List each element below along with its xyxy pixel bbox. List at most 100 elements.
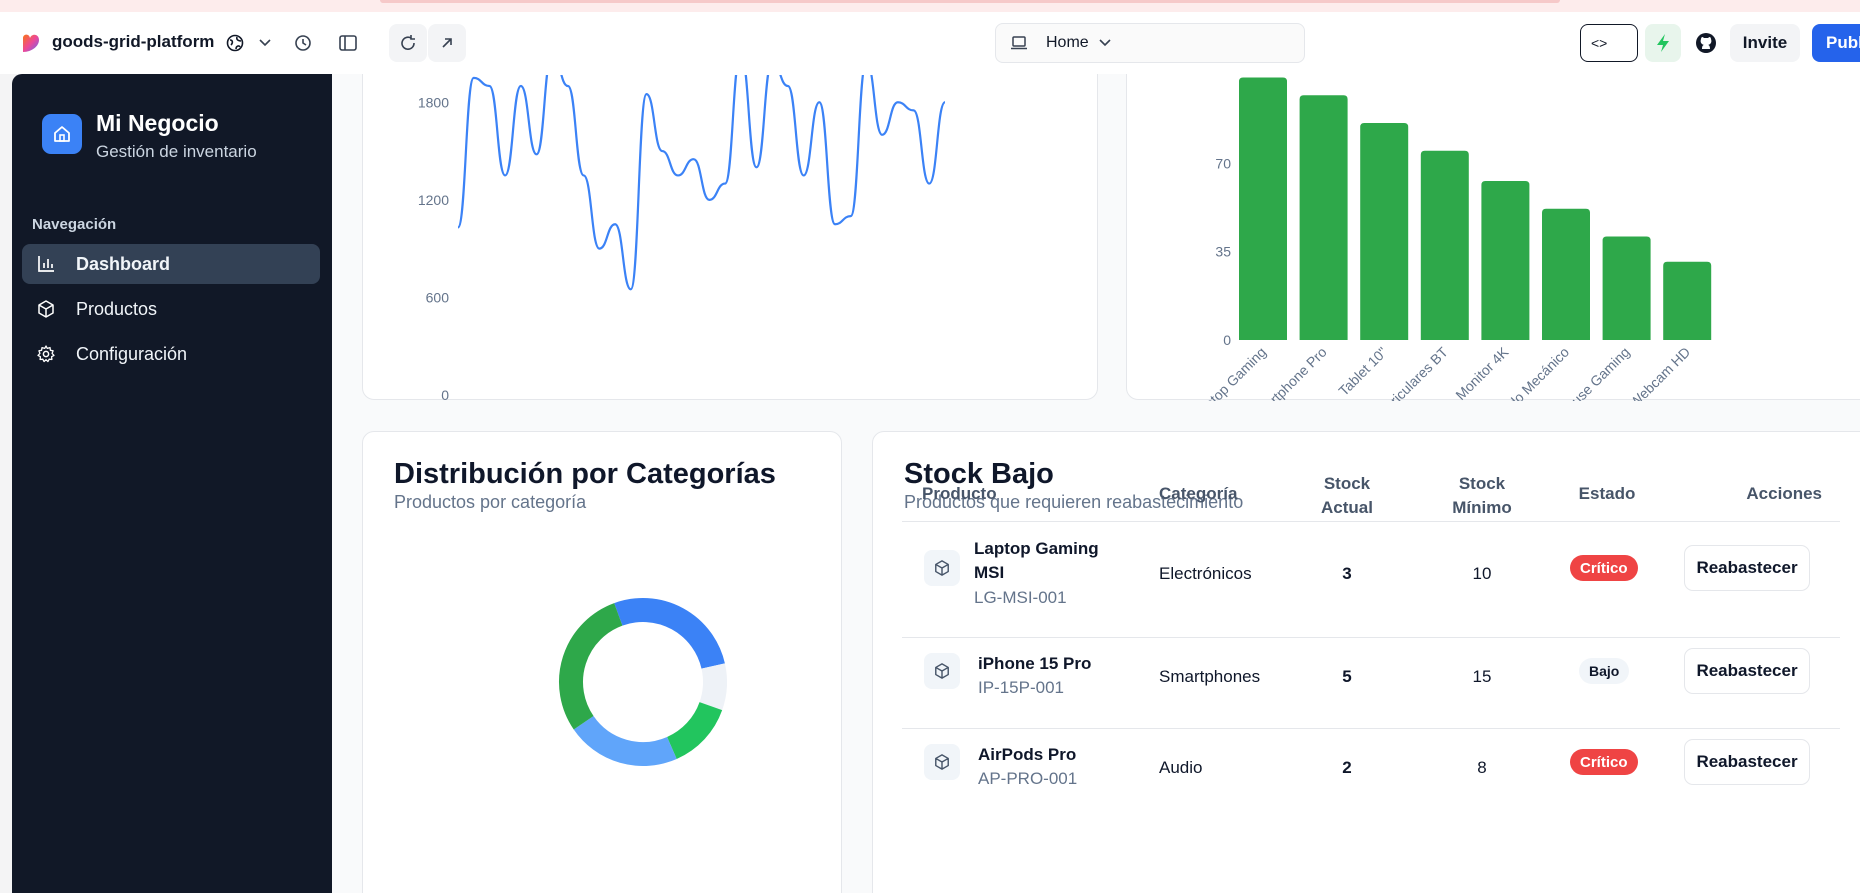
publish-button[interactable]: Publi bbox=[1812, 24, 1860, 62]
stock-min: 15 bbox=[1472, 667, 1492, 686]
package-icon bbox=[924, 550, 960, 586]
bar bbox=[1602, 236, 1651, 340]
stock-actual: 3 bbox=[1342, 564, 1352, 583]
history-icon[interactable] bbox=[290, 30, 316, 56]
github-icon[interactable] bbox=[1688, 24, 1724, 62]
package-icon bbox=[924, 744, 960, 780]
top-products-bar-chart: 70350Laptop GamingSmartphone Pro Tablet 1… bbox=[1190, 77, 1712, 401]
sidebar-toggle-icon[interactable] bbox=[335, 30, 361, 56]
bar bbox=[1299, 95, 1348, 340]
bar bbox=[1542, 208, 1590, 340]
bar bbox=[1239, 77, 1287, 341]
open-external-button[interactable] bbox=[428, 24, 466, 62]
x-tick-label: Webcam HD bbox=[1626, 344, 1693, 401]
chevron-down-icon[interactable] bbox=[252, 30, 278, 56]
globe-icon[interactable] bbox=[222, 30, 248, 56]
sales-line-series bbox=[456, 75, 947, 291]
sidebar-item-label: Dashboard bbox=[76, 253, 171, 274]
row-divider bbox=[902, 637, 1840, 638]
x-tick-label: Tablet 10" bbox=[1335, 344, 1390, 399]
package-icon bbox=[36, 299, 56, 319]
laptop-icon bbox=[1011, 36, 1027, 50]
page-selector[interactable]: Home bbox=[995, 23, 1305, 63]
th-stock-min-line2: Mínimo bbox=[1452, 498, 1512, 517]
th-category: Categoría bbox=[1159, 484, 1238, 503]
donut-slice bbox=[573, 715, 677, 766]
donut-slice bbox=[614, 598, 725, 670]
th-actions: Acciones bbox=[1746, 484, 1822, 503]
y-tick-label: 70 bbox=[1215, 155, 1231, 171]
sidebar: Mi Negocio Gestión de inventario Navegac… bbox=[12, 74, 332, 893]
brand-title: Mi Negocio bbox=[96, 110, 219, 136]
restock-button[interactable]: Reabastecer bbox=[1684, 648, 1810, 694]
categories-donut-chart bbox=[559, 598, 727, 766]
refresh-button[interactable] bbox=[389, 24, 427, 62]
bar bbox=[1420, 150, 1469, 340]
x-tick-label: Monitor 4K bbox=[1452, 343, 1512, 401]
product-name-line1: Laptop Gaming bbox=[974, 539, 1099, 558]
product-category: Electrónicos bbox=[1159, 564, 1252, 583]
y-tick-label: 35 bbox=[1215, 244, 1231, 260]
th-stock-actual: Stock Actual bbox=[1297, 472, 1397, 520]
sidebar-item-productos[interactable]: Productos bbox=[22, 289, 320, 329]
product-name: AirPods Pro bbox=[978, 745, 1077, 764]
th-stock-min: Stock Mínimo bbox=[1432, 472, 1532, 520]
sidebar-item-dashboard[interactable]: Dashboard bbox=[22, 244, 320, 284]
donut-slice bbox=[699, 663, 727, 711]
product-category: Audio bbox=[1159, 758, 1203, 777]
status-badge: Crítico bbox=[1570, 555, 1638, 581]
bar-chart-icon bbox=[36, 254, 56, 274]
restock-button[interactable]: Reabastecer bbox=[1684, 545, 1810, 591]
sales-line-chart-card: 18001200600030 abr3 may6 may9 may12 may1… bbox=[362, 74, 1098, 401]
categories-card: Distribución por Categorías Productos po… bbox=[362, 431, 842, 893]
status-badge: Bajo bbox=[1579, 658, 1630, 684]
donut-slice bbox=[666, 701, 723, 759]
product-name-line2: MSI bbox=[974, 563, 1005, 582]
th-stock-actual-line2: Actual bbox=[1321, 498, 1373, 517]
bar bbox=[1481, 181, 1530, 340]
th-stock-min-line1: Stock bbox=[1458, 474, 1506, 493]
top-products-bar-chart-card: 70 35 0 Laptop Gaming Smartphone Pro Tablet 1… bbox=[1126, 74, 1860, 401]
page-selector-label: Home bbox=[1046, 34, 1089, 51]
product-sku: AP-PRO-001 bbox=[978, 769, 1078, 788]
product-sku: LG-MSI-001 bbox=[974, 588, 1067, 607]
code-view-button[interactable]: <> bbox=[1580, 24, 1638, 62]
top-strip bbox=[0, 0, 1860, 12]
th-stock-actual-line1: Stock bbox=[1323, 474, 1371, 493]
brand-subtitle: Gestión de inventario bbox=[96, 142, 257, 161]
th-product: Producto bbox=[922, 484, 997, 503]
nav-heading: Navegación bbox=[32, 216, 117, 233]
product-name: iPhone 15 Pro bbox=[978, 654, 1092, 673]
stock-min: 8 bbox=[1477, 758, 1487, 777]
row-divider bbox=[902, 728, 1840, 729]
sidebar-item-label: Configuración bbox=[76, 343, 188, 364]
app-preview: Mi Negocio Gestión de inventario Navegac… bbox=[12, 74, 1860, 893]
y-tick-label: 0 bbox=[1223, 332, 1231, 348]
y-tick-label: 1800 bbox=[418, 94, 449, 110]
product-sku: IP-15P-001 bbox=[978, 678, 1064, 697]
donut-slice bbox=[559, 603, 623, 730]
status-badge: Crítico bbox=[1570, 749, 1638, 775]
app-logo-icon bbox=[23, 34, 39, 52]
y-tick-label: 0 bbox=[441, 387, 449, 401]
bolt-icon[interactable] bbox=[1645, 24, 1681, 62]
product-category: Smartphones bbox=[1159, 667, 1261, 686]
y-tick-label: 1200 bbox=[418, 192, 449, 208]
table-header-divider bbox=[902, 521, 1840, 522]
restock-button[interactable]: Reabastecer bbox=[1684, 739, 1810, 785]
home-icon bbox=[42, 114, 82, 154]
stock-min: 10 bbox=[1472, 564, 1492, 583]
sales-line-chart: 18001200600030 abr3 may6 may9 may12 may1… bbox=[418, 75, 947, 401]
project-name[interactable]: goods-grid-platform bbox=[52, 32, 214, 52]
package-icon bbox=[924, 653, 960, 689]
stock-actual: 2 bbox=[1342, 758, 1352, 777]
gear-icon bbox=[36, 344, 56, 364]
invite-button[interactable]: Invite bbox=[1730, 24, 1800, 62]
editor-topbar: goods-grid-platform Home <> Invite Publi bbox=[0, 12, 1860, 74]
sidebar-item-label: Productos bbox=[76, 298, 158, 319]
product-name: Laptop Gaming MSI bbox=[974, 537, 1099, 585]
sidebar-item-configuracion[interactable]: Configuración bbox=[22, 334, 320, 374]
chevron-down-icon bbox=[1099, 39, 1111, 47]
th-status: Estado bbox=[1578, 484, 1636, 503]
stock-actual: 5 bbox=[1342, 667, 1352, 686]
